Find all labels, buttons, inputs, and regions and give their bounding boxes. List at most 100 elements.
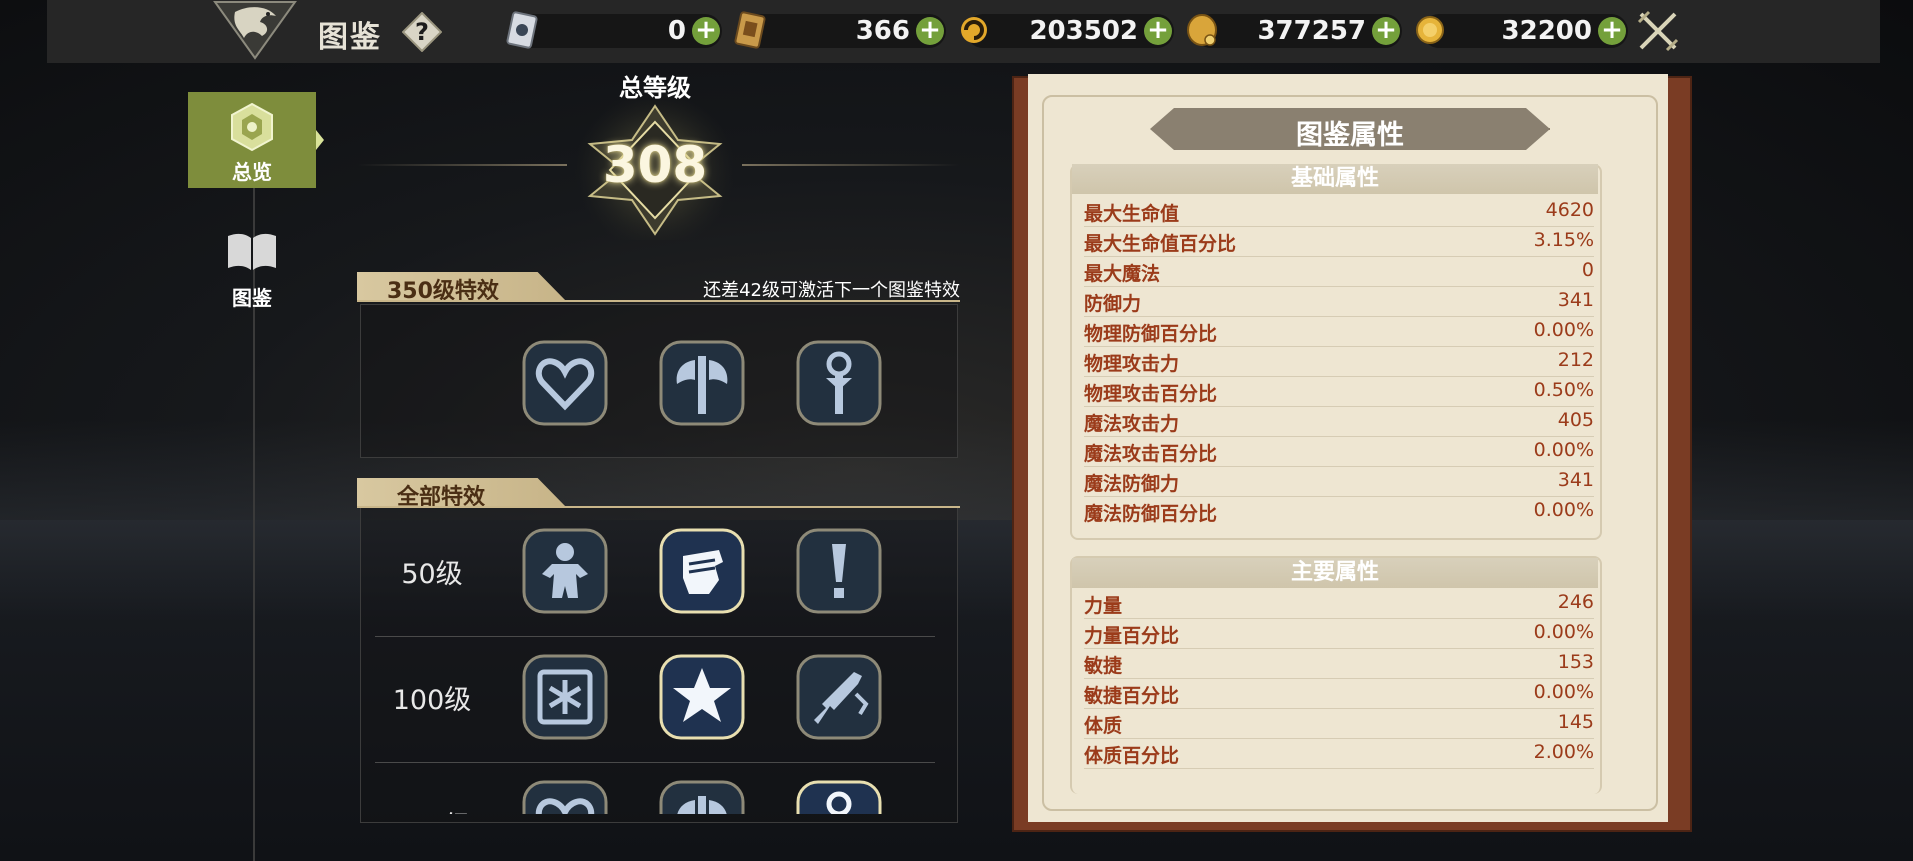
book-icon bbox=[228, 233, 276, 270]
stat-value: 246 bbox=[1557, 591, 1594, 613]
stat-value: 341 bbox=[1557, 289, 1594, 311]
nav-active-arrow bbox=[316, 130, 324, 150]
help-button[interactable]: ? bbox=[401, 11, 443, 53]
effect-tile-gingerbread[interactable] bbox=[522, 528, 608, 614]
effect-row-clip: 150级 bbox=[360, 770, 956, 814]
stat-value: 0.00% bbox=[1533, 621, 1594, 643]
stat-name: 魔法攻击百分比 bbox=[1084, 443, 1218, 465]
resource-bg bbox=[514, 14, 722, 48]
stat-row: 最大生命值百分比 3.15% bbox=[1084, 226, 1594, 257]
stat-row: 物理攻击力 212 bbox=[1084, 346, 1594, 377]
stat-row: 体质百分比 2.00% bbox=[1084, 738, 1594, 769]
resource-card[interactable]: 0 + bbox=[500, 8, 722, 52]
snowflake-icon bbox=[522, 654, 608, 740]
broken-blade-icon bbox=[796, 654, 882, 740]
stat-value: 0.00% bbox=[1533, 499, 1594, 521]
level-divider-left bbox=[357, 164, 567, 166]
resource-coin-bag[interactable]: 377257 + bbox=[1180, 8, 1402, 52]
stat-name: 物理攻击力 bbox=[1084, 353, 1180, 375]
resource-value: 32200 bbox=[1501, 16, 1592, 46]
effect-tile-axe[interactable] bbox=[659, 340, 745, 426]
nav-item-codex[interactable]: 图鉴 bbox=[188, 222, 316, 318]
stat-name: 防御力 bbox=[1084, 293, 1142, 315]
stat-name: 力量百分比 bbox=[1084, 625, 1180, 647]
stat-value: 0.00% bbox=[1533, 681, 1594, 703]
resource-gold-coin[interactable]: 32200 + bbox=[1408, 8, 1628, 52]
resource-swirl-coin[interactable]: 203502 + bbox=[952, 8, 1174, 52]
next-effect-note: 还差42级可激活下一个图鉴特效 bbox=[703, 280, 960, 301]
stat-name: 体质 bbox=[1084, 715, 1123, 737]
stat-value: 212 bbox=[1557, 349, 1594, 371]
effect-tile-heart[interactable] bbox=[522, 780, 608, 814]
page-title: 图鉴 bbox=[318, 20, 382, 55]
effect-tile-broken-blade[interactable] bbox=[796, 654, 882, 740]
gingerbread-icon bbox=[522, 528, 608, 614]
stat-value: 0.00% bbox=[1533, 439, 1594, 461]
resource-add-button[interactable]: + bbox=[692, 17, 720, 45]
stat-row: 体质 145 bbox=[1084, 708, 1594, 739]
stat-value: 3.15% bbox=[1533, 229, 1594, 251]
resource-add-button[interactable]: + bbox=[916, 17, 944, 45]
resource-scroll-card[interactable]: 366 + bbox=[728, 8, 946, 52]
crossed-swords-close-icon[interactable] bbox=[1635, 8, 1681, 54]
resource-value: 366 bbox=[855, 16, 910, 46]
emblem-icon bbox=[231, 102, 273, 152]
star-icon bbox=[659, 654, 745, 740]
total-level-value: 308 bbox=[602, 136, 708, 194]
stat-value: 145 bbox=[1557, 711, 1594, 733]
resource-add-button[interactable]: + bbox=[1144, 17, 1172, 45]
stat-row: 最大生命值 4620 bbox=[1084, 196, 1594, 227]
axe-icon bbox=[659, 780, 745, 814]
stat-value: 0.50% bbox=[1533, 379, 1594, 401]
stat-name: 力量 bbox=[1084, 595, 1123, 617]
stat-value: 2.00% bbox=[1533, 741, 1594, 763]
stat-value: 341 bbox=[1557, 469, 1594, 491]
stat-row: 物理防御百分比 0.00% bbox=[1084, 316, 1594, 347]
sword-icon bbox=[796, 528, 882, 614]
stat-row: 力量百分比 0.00% bbox=[1084, 618, 1594, 649]
stat-name: 魔法防御百分比 bbox=[1084, 503, 1218, 525]
effect-tile-snowflake[interactable] bbox=[522, 654, 608, 740]
resource-add-button[interactable]: + bbox=[1372, 17, 1400, 45]
resource-add-button[interactable]: + bbox=[1598, 17, 1626, 45]
stat-value: 0 bbox=[1581, 259, 1594, 281]
card-icon bbox=[506, 11, 538, 49]
resource-value: 203502 bbox=[1029, 16, 1138, 46]
stat-name: 体质百分比 bbox=[1084, 745, 1180, 767]
coin-bag-icon bbox=[1187, 14, 1217, 46]
basic-attributes-header: 基础属性 bbox=[1072, 164, 1598, 194]
effect-tile-staff[interactable] bbox=[796, 340, 882, 426]
fist-icon bbox=[659, 528, 745, 614]
resource-value: 0 bbox=[667, 16, 686, 46]
stat-row: 魔法攻击力 405 bbox=[1084, 406, 1594, 437]
nav-label: 总览 bbox=[232, 160, 272, 184]
stat-row: 力量 246 bbox=[1084, 588, 1594, 619]
stat-row: 物理攻击百分比 0.50% bbox=[1084, 376, 1594, 407]
stat-row: 魔法防御百分比 0.00% bbox=[1084, 496, 1594, 526]
stat-value: 4620 bbox=[1545, 199, 1594, 221]
effect-tile-heart[interactable] bbox=[522, 340, 608, 426]
effect-row-label: 100级 bbox=[392, 685, 472, 716]
stat-row: 魔法防御力 341 bbox=[1084, 466, 1594, 497]
effect-tile-sword[interactable] bbox=[796, 528, 882, 614]
stat-name: 最大魔法 bbox=[1084, 263, 1161, 285]
axe-icon bbox=[659, 340, 745, 426]
effect-row-label: 150级 bbox=[382, 804, 482, 814]
effect-tile-axe[interactable] bbox=[659, 780, 745, 814]
scroll-card-icon bbox=[734, 11, 766, 49]
effect-tile-star[interactable] bbox=[659, 654, 745, 740]
stat-row: 最大魔法 0 bbox=[1084, 256, 1594, 287]
heart-icon bbox=[522, 340, 608, 426]
effect-tile-staff[interactable] bbox=[796, 780, 882, 814]
stat-name: 敏捷 bbox=[1084, 655, 1123, 677]
main-attributes-header: 主要属性 bbox=[1072, 558, 1598, 588]
stat-name: 魔法攻击力 bbox=[1084, 413, 1180, 435]
stat-name: 物理攻击百分比 bbox=[1084, 383, 1218, 405]
next-effect-header: 350级特效 还差42级可激活下一个图鉴特效 bbox=[357, 272, 960, 304]
stat-value: 0.00% bbox=[1533, 319, 1594, 341]
effect-tile-fist[interactable] bbox=[659, 528, 745, 614]
level-divider-right bbox=[742, 164, 960, 166]
stat-name: 魔法防御力 bbox=[1084, 473, 1180, 495]
gold-coin-icon bbox=[1416, 16, 1444, 44]
nav-item-overview[interactable]: 总览 bbox=[188, 92, 324, 188]
